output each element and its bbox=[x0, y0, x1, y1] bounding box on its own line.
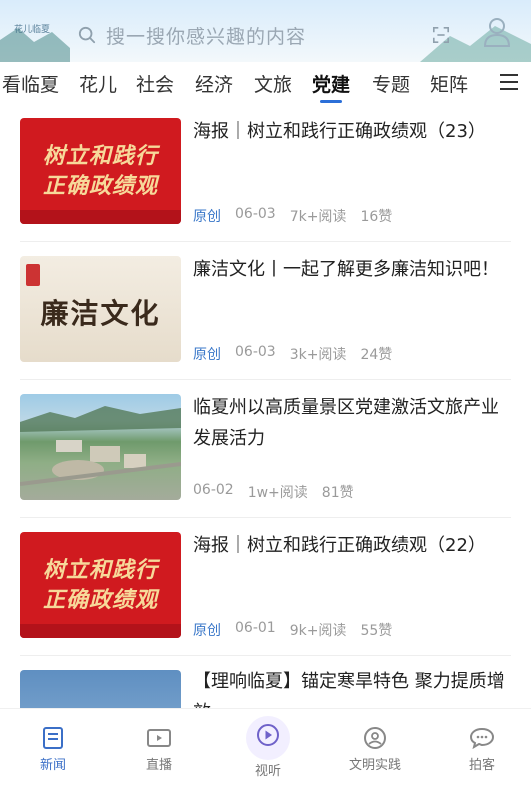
lianjie-text: 廉洁文化 bbox=[40, 297, 161, 330]
news-meta: 06-02 1w+阅读 81赞 bbox=[193, 482, 354, 502]
poster-line1: 树立和践行 bbox=[42, 557, 158, 583]
live-icon bbox=[147, 729, 171, 747]
news-title[interactable]: 【理响临夏】锚定寒旱特色 聚力提质增效 bbox=[193, 666, 513, 708]
chat-icon bbox=[469, 727, 495, 750]
news-title[interactable]: 海报｜树立和践行正确政绩观（22） bbox=[193, 530, 513, 561]
news-item[interactable]: 临夏州以高质量景区党建激活文旅产业发展活力 06-02 1w+阅读 81赞 bbox=[0, 380, 531, 518]
news-date: 06-01 bbox=[235, 620, 276, 636]
poster-line2: 正确政绩观 bbox=[42, 587, 158, 613]
news-title[interactable]: 廉洁文化丨一起了解更多廉洁知识吧！ bbox=[193, 254, 513, 285]
news-date: 06-02 bbox=[193, 482, 234, 498]
news-icon bbox=[43, 727, 63, 749]
nav-live[interactable]: 直播 bbox=[124, 726, 194, 773]
news-reads: 1w+阅读 bbox=[247, 485, 308, 501]
app-logo[interactable]: 花儿临夏 bbox=[14, 22, 50, 35]
news-thumbnail: 树立和践行 正确政绩观 bbox=[20, 118, 181, 224]
menu-icon[interactable] bbox=[498, 72, 520, 92]
news-meta: 原创 06-03 3k+阅读 24赞 bbox=[193, 344, 392, 364]
tab-shehui[interactable]: 社会 bbox=[136, 70, 174, 97]
search-icon bbox=[78, 26, 96, 44]
news-reads: 7k+阅读 bbox=[289, 209, 347, 225]
nav-news[interactable]: 新闻 bbox=[18, 726, 88, 773]
civilization-icon bbox=[364, 727, 386, 749]
news-title[interactable]: 临夏州以高质量景区党建激活文旅产业发展活力 bbox=[193, 392, 513, 454]
news-source: 原创 bbox=[193, 347, 221, 363]
category-tabs: 看临夏 花儿 社会 经济 文旅 党建 专题 矩阵 bbox=[0, 62, 531, 104]
nav-news-label: 新闻 bbox=[39, 758, 66, 773]
news-thumbnail bbox=[20, 670, 181, 708]
news-meta: 原创 06-03 7k+阅读 16赞 bbox=[193, 206, 392, 226]
play-icon bbox=[257, 724, 279, 746]
tab-wenlv[interactable]: 文旅 bbox=[254, 70, 292, 97]
news-reads: 9k+阅读 bbox=[289, 623, 347, 639]
news-likes: 24赞 bbox=[360, 347, 393, 363]
search-placeholder: 搜一搜你感兴趣的内容 bbox=[106, 25, 307, 48]
tab-huaer[interactable]: 花儿 bbox=[79, 70, 117, 97]
poster-line2: 正确政绩观 bbox=[42, 173, 158, 199]
news-item[interactable]: 树立和践行 正确政绩观 海报｜树立和践行正确政绩观（23） 原创 06-03 7… bbox=[0, 104, 531, 242]
nav-live-label: 直播 bbox=[145, 758, 172, 773]
tab-zhuanti[interactable]: 专题 bbox=[372, 70, 410, 97]
news-thumbnail bbox=[20, 394, 181, 500]
nav-paike[interactable]: 拍客 bbox=[447, 726, 517, 773]
nav-video-label: 视听 bbox=[254, 764, 281, 779]
news-date: 06-03 bbox=[235, 344, 276, 360]
search-bar[interactable]: 搜一搜你感兴趣的内容 bbox=[78, 18, 458, 52]
news-item[interactable]: 【理响临夏】锚定寒旱特色 聚力提质增效 bbox=[0, 656, 531, 708]
aerial-photo bbox=[20, 406, 181, 486]
news-source: 原创 bbox=[193, 623, 221, 639]
nav-video[interactable]: 视听 bbox=[233, 720, 303, 779]
tab-juzhen[interactable]: 矩阵 bbox=[430, 70, 468, 97]
nav-civilization[interactable]: 文明实践 bbox=[340, 726, 410, 773]
poster-line1: 树立和践行 bbox=[42, 143, 158, 169]
nav-paike-label: 拍客 bbox=[468, 758, 495, 773]
user-icon[interactable] bbox=[482, 16, 512, 48]
news-source: 原创 bbox=[193, 209, 221, 225]
scan-icon[interactable] bbox=[432, 26, 450, 44]
nav-civilization-label: 文明实践 bbox=[348, 758, 401, 773]
news-thumbnail: 廉洁文化 bbox=[20, 256, 181, 362]
news-item[interactable]: 廉洁文化 廉洁文化丨一起了解更多廉洁知识吧！ 原创 06-03 3k+阅读 24… bbox=[0, 242, 531, 380]
news-likes: 55赞 bbox=[360, 623, 393, 639]
tab-jingji[interactable]: 经济 bbox=[195, 70, 233, 97]
news-likes: 16赞 bbox=[360, 209, 393, 225]
news-title[interactable]: 海报｜树立和践行正确政绩观（23） bbox=[193, 116, 513, 147]
news-likes: 81赞 bbox=[321, 485, 354, 501]
top-header: 花儿临夏 搜一搜你感兴趣的内容 bbox=[0, 0, 531, 62]
tab-dangjian[interactable]: 党建 bbox=[312, 70, 350, 97]
news-thumbnail: 树立和践行 正确政绩观 bbox=[20, 532, 181, 638]
news-reads: 3k+阅读 bbox=[289, 347, 347, 363]
tab-kanlinxia[interactable]: 看临夏 bbox=[2, 70, 59, 97]
news-item[interactable]: 树立和践行 正确政绩观 海报｜树立和践行正确政绩观（22） 原创 06-01 9… bbox=[0, 518, 531, 656]
news-date: 06-03 bbox=[235, 206, 276, 222]
news-meta: 原创 06-01 9k+阅读 55赞 bbox=[193, 620, 392, 640]
